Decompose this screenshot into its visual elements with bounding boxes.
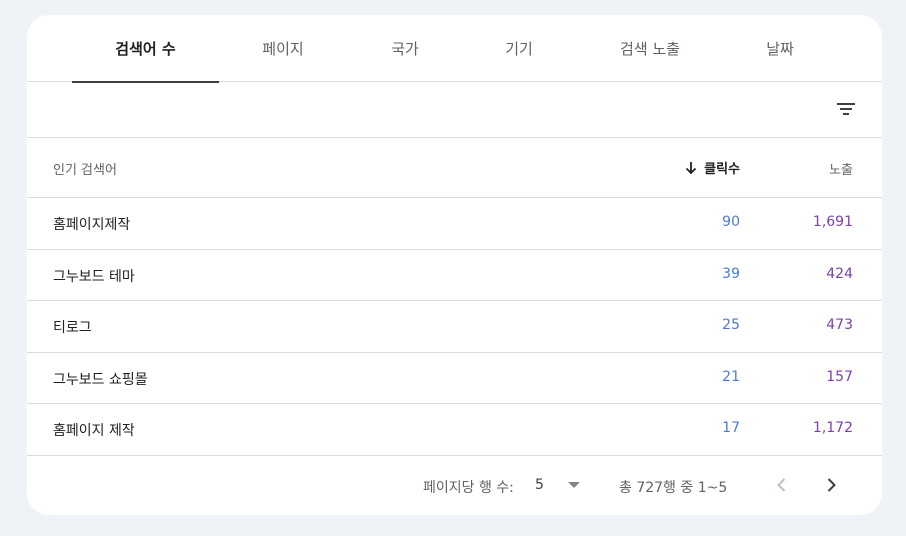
query-cell: 홈페이지제작 bbox=[53, 217, 131, 233]
filter-bar bbox=[27, 82, 882, 138]
impressions-cell: 473 bbox=[826, 317, 853, 334]
clicks-cell: 25 bbox=[722, 317, 740, 334]
tab-pages-label: 페이지 bbox=[262, 40, 304, 58]
table-row[interactable]: 그누보드 쇼핑몰 21 157 bbox=[27, 353, 882, 405]
column-header-query[interactable]: 인기 검색어 bbox=[53, 159, 117, 178]
tab-pages[interactable]: 페이지 bbox=[242, 15, 324, 82]
clicks-cell: 90 bbox=[722, 214, 740, 230]
table-row[interactable]: 그누보드 테마 39 424 bbox=[27, 250, 882, 302]
tab-devices-label: 기기 bbox=[505, 40, 533, 58]
query-cell: 그누보드 테마 bbox=[53, 268, 135, 285]
chevron-right-icon[interactable] bbox=[821, 475, 841, 495]
pagination-range: 총 727행 중 1~5 bbox=[619, 480, 728, 496]
table-row[interactable]: 홈페이지 제작 17 1,172 bbox=[27, 404, 882, 456]
rows-per-page-label: 페이지당 행 수: bbox=[423, 480, 514, 496]
tab-queries[interactable]: 검색어 수 bbox=[72, 15, 219, 83]
column-header-clicks-label: 클릭수 bbox=[704, 162, 740, 177]
table-row[interactable]: 티로그 25 473 bbox=[27, 301, 882, 353]
tab-bar: 검색어 수 페이지 국가 기기 검색 노출 날짜 bbox=[27, 15, 882, 83]
query-cell: 티로그 bbox=[53, 320, 92, 337]
clicks-cell: 17 bbox=[722, 420, 740, 437]
clicks-cell: 21 bbox=[722, 368, 740, 385]
table-header: 인기 검색어 클릭수 노출 bbox=[27, 138, 882, 198]
table-row[interactable]: 홈페이지제작 90 1,691 bbox=[27, 198, 882, 250]
rows-per-page-select[interactable]: 5 bbox=[535, 477, 544, 493]
tab-search-appearance-label: 검색 노출 bbox=[620, 40, 680, 58]
tab-dates[interactable]: 날짜 bbox=[739, 15, 821, 82]
clicks-cell: 39 bbox=[722, 265, 740, 282]
query-cell: 그누보드 쇼핑몰 bbox=[53, 371, 148, 388]
impressions-cell: 157 bbox=[826, 368, 853, 385]
tab-queries-label: 검색어 수 bbox=[115, 40, 176, 58]
tab-search-appearance[interactable]: 검색 노출 bbox=[600, 15, 700, 82]
impressions-cell: 1,172 bbox=[812, 420, 853, 437]
tab-devices[interactable]: 기기 bbox=[478, 15, 560, 82]
arrow-down-icon bbox=[685, 161, 697, 174]
tab-countries[interactable]: 국가 bbox=[364, 15, 446, 82]
pagination: 페이지당 행 수: 5 총 727행 중 1~5 bbox=[27, 455, 882, 515]
tab-dates-label: 날짜 bbox=[766, 40, 794, 58]
tab-countries-label: 국가 bbox=[391, 40, 419, 58]
query-cell: 홈페이지 제작 bbox=[53, 423, 135, 440]
performance-card: 검색어 수 페이지 국가 기기 검색 노출 날짜 인기 검색어 클릭수 노출 홈… bbox=[27, 15, 882, 515]
column-header-clicks[interactable]: 클릭수 bbox=[684, 158, 740, 177]
filter-icon[interactable] bbox=[836, 99, 856, 119]
column-header-impressions[interactable]: 노출 bbox=[829, 159, 853, 178]
caret-down-icon[interactable] bbox=[568, 482, 580, 488]
impressions-cell: 1,691 bbox=[812, 214, 853, 230]
chevron-left-icon[interactable] bbox=[772, 475, 792, 495]
impressions-cell: 424 bbox=[826, 265, 853, 282]
